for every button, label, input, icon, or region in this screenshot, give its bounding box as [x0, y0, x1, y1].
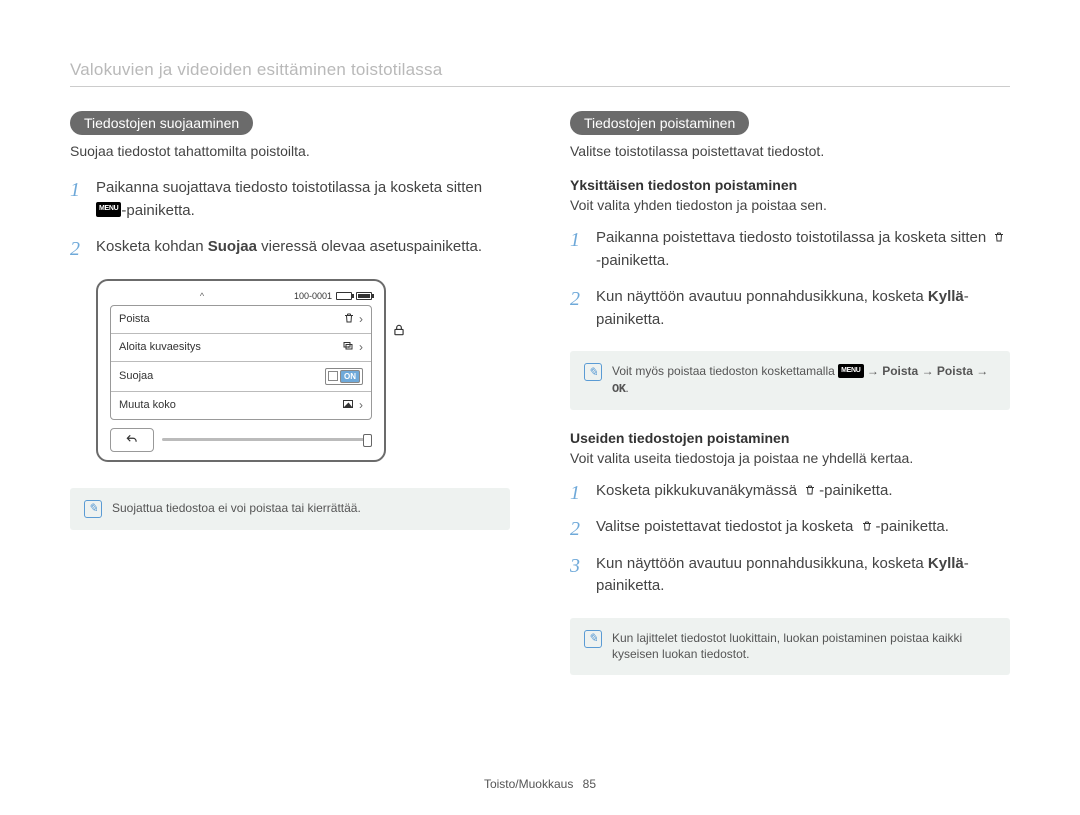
step-text: Paikanna suojattava tiedosto toistotilas… [96, 179, 482, 196]
note-text: Kun lajittelet tiedostot luokittain, luo… [612, 630, 996, 664]
step: Valitse poistettavat tiedostot ja kosket… [570, 516, 1010, 539]
step: Paikanna suojattava tiedosto toistotilas… [70, 177, 510, 222]
trash-icon [858, 518, 876, 534]
chevron-right-icon: › [359, 340, 363, 354]
t: Voit myös poistaa tiedoston koskettamall… [612, 364, 838, 378]
trash-icon [801, 482, 819, 498]
step: Kun näyttöön avautuu ponnahdusikkuna, ko… [570, 553, 1010, 598]
device-menu: Poista › Aloita kuvaesitys › Suojaa ON M… [110, 305, 372, 420]
pill-delete: Tiedostojen poistaminen [570, 111, 749, 135]
header-divider [70, 86, 1010, 87]
steps-protect: Paikanna suojattava tiedosto toistotilas… [70, 177, 510, 259]
note-icon: ✎ [584, 363, 602, 381]
note-text: Voit myös poistaa tiedoston koskettamall… [612, 363, 996, 398]
menu-row-delete: Poista › [111, 306, 371, 334]
subhead-single: Yksittäisen tiedoston poistaminen [570, 177, 1010, 193]
step-text: -painiketta. [876, 518, 949, 535]
trash-icon [343, 312, 355, 327]
intro-delete: Valitse toistotilassa poistettavat tiedo… [570, 143, 1010, 159]
note-icon: ✎ [84, 500, 102, 518]
menu-row-label: Poista [119, 313, 150, 325]
note-single-delete: ✎ Voit myös poistaa tiedoston koskettama… [570, 351, 1010, 410]
step-bold: Kyllä [928, 555, 964, 572]
menu-row-protect: Suojaa ON [111, 362, 371, 392]
slideshow-icon [341, 340, 355, 355]
steps-multi-delete: Kosketa pikkukuvanäkymässä -painiketta. … [570, 480, 1010, 598]
content-columns: Tiedostojen suojaaminen Suojaa tiedostot… [70, 111, 1010, 695]
step-bold: Kyllä [928, 288, 964, 305]
scroll-slider [162, 438, 372, 441]
trash-icon [990, 229, 1008, 245]
step-text: -painiketta. [121, 202, 194, 219]
toggle-protect: ON [325, 368, 363, 385]
menu-row-slideshow: Aloita kuvaesitys › [111, 334, 371, 362]
step: Kun näyttöön avautuu ponnahdusikkuna, ko… [570, 286, 1010, 331]
back-button [110, 428, 154, 452]
step-bold: Suojaa [208, 238, 257, 255]
t: Poista [937, 364, 973, 378]
subintro-multi: Voit valita useita tiedostoja ja poistaa… [570, 450, 1010, 466]
menu-icon: MENU [96, 202, 121, 217]
note-text: Suojattua tiedostoa ei voi poistaa tai k… [112, 500, 361, 517]
t: → [918, 364, 937, 378]
steps-single-delete: Paikanna poistettava tiedosto toistotila… [570, 227, 1010, 331]
intro-protect: Suojaa tiedostot tahattomilta poistoilta… [70, 143, 510, 159]
step-text: Kosketa kohdan [96, 238, 208, 255]
subhead-multi: Useiden tiedostojen poistaminen [570, 430, 1010, 446]
memory-icon [336, 292, 352, 300]
pill-protect: Tiedostojen suojaaminen [70, 111, 253, 135]
col-left: Tiedostojen suojaaminen Suojaa tiedostot… [70, 111, 510, 695]
ok-label: OK [612, 382, 625, 396]
menu-icon: MENU [838, 364, 863, 378]
note-icon: ✎ [584, 630, 602, 648]
subintro-single: Voit valita yhden tiedoston ja poistaa s… [570, 197, 1010, 213]
step-text: Valitse poistettavat tiedostot ja kosket… [596, 518, 858, 535]
step: Kosketa pikkukuvanäkymässä -painiketta. [570, 480, 1010, 503]
step-text: Kosketa pikkukuvanäkymässä [596, 482, 801, 499]
menu-row-resize: Muuta koko › [111, 392, 371, 419]
step: Paikanna poistettava tiedosto toistotila… [570, 227, 1010, 272]
lock-icon [392, 323, 406, 340]
step-text: vieressä olevaa asetuspainiketta. [257, 238, 482, 255]
footer-section: Toisto/Muokkaus [484, 777, 573, 791]
chevron-up-icon: ^ [110, 291, 294, 301]
step-text: -painiketta. [819, 482, 892, 499]
t: → [864, 364, 883, 378]
step-text: Kun näyttöön avautuu ponnahdusikkuna, ko… [596, 288, 928, 305]
device-screenshot: ^ 100-0001 Poista › Aloita kuvaesitys › … [96, 279, 386, 462]
menu-row-label: Suojaa [119, 370, 153, 382]
menu-row-label: Muuta koko [119, 399, 176, 411]
menu-row-label: Aloita kuvaesitys [119, 341, 201, 353]
col-right: Tiedostojen poistaminen Valitse toistoti… [570, 111, 1010, 695]
step: Kosketa kohdan Suojaa vieressä olevaa as… [70, 236, 510, 259]
chevron-right-icon: › [359, 312, 363, 326]
t: . [625, 381, 628, 395]
page-title: Valokuvien ja videoiden esittäminen tois… [70, 60, 1010, 80]
resize-icon [341, 398, 355, 413]
toggle-on-label: ON [340, 370, 360, 383]
t: Poista [882, 364, 918, 378]
chevron-right-icon: › [359, 398, 363, 412]
step-text: Kun näyttöön avautuu ponnahdusikkuna, ko… [596, 555, 928, 572]
page-footer: Toisto/Muokkaus 85 [0, 777, 1080, 791]
footer-page: 85 [583, 777, 596, 791]
note-protect: ✎ Suojattua tiedostoa ei voi poistaa tai… [70, 488, 510, 530]
note-multi-delete: ✎ Kun lajittelet tiedostot luokittain, l… [570, 618, 1010, 676]
file-code: 100-0001 [294, 291, 332, 301]
step-text: -painiketta. [596, 252, 669, 269]
battery-icon [356, 292, 372, 300]
step-text: Paikanna poistettava tiedosto toistotila… [596, 229, 990, 246]
t: → [973, 364, 988, 378]
